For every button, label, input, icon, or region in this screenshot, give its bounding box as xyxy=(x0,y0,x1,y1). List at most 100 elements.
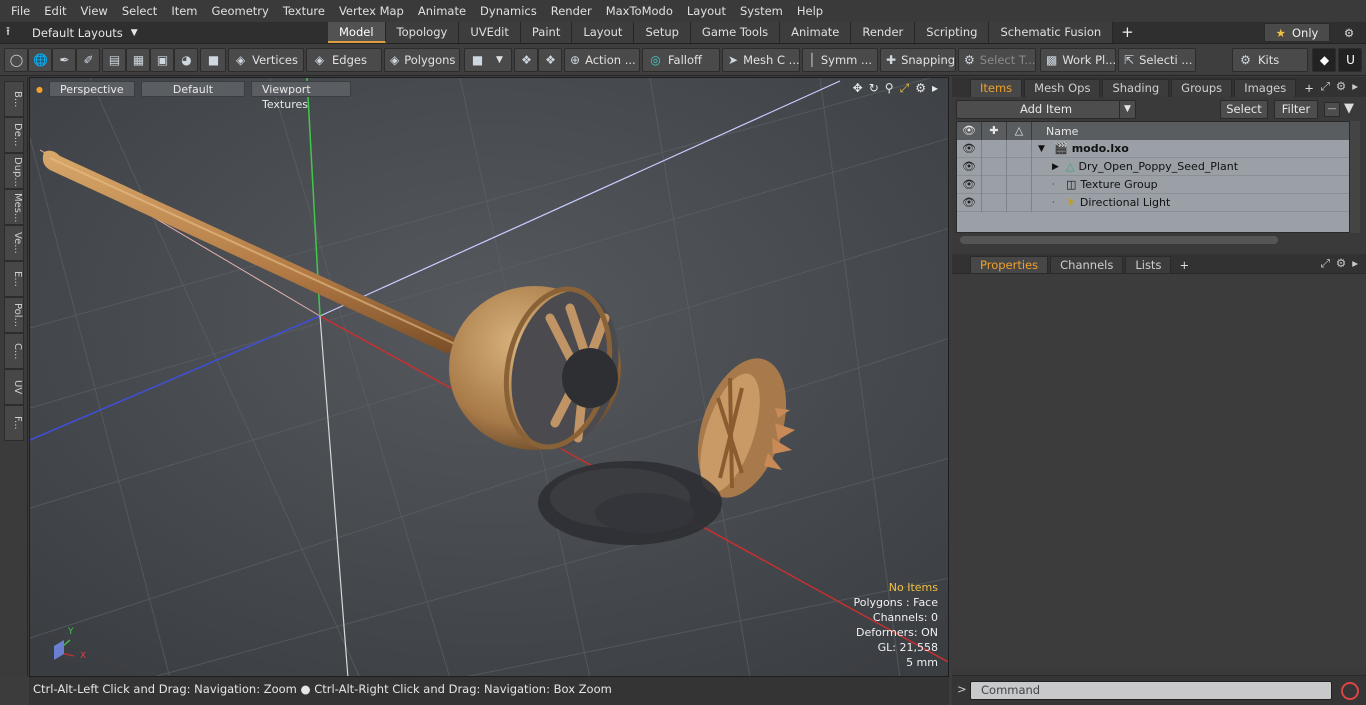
tab-render[interactable]: Render xyxy=(851,22,916,43)
view-mode-button[interactable]: Perspective xyxy=(48,81,135,97)
polygons-button[interactable]: ◈ Polygons xyxy=(384,48,460,72)
edges-button[interactable]: ◈ Edges xyxy=(306,48,382,72)
move-view-icon[interactable]: ✥ xyxy=(853,81,863,96)
menu-view[interactable]: View xyxy=(74,0,115,22)
menu-file[interactable]: File xyxy=(4,0,37,22)
tab-scripting[interactable]: Scripting xyxy=(915,22,990,43)
item-list-vertical-scrollbar[interactable] xyxy=(1350,121,1360,233)
layout-selector[interactable]: ⭱ Default Layouts ▼ xyxy=(6,22,138,44)
left-tab-vertex[interactable]: Ve... xyxy=(4,225,24,261)
3d-viewport[interactable]: ● Perspective Default Viewport Textures … xyxy=(29,77,949,677)
brush-icon[interactable]: ✐ xyxy=(76,48,100,72)
frame-icon[interactable]: ▣ xyxy=(150,48,174,72)
command-input[interactable]: Command xyxy=(970,681,1332,700)
loop-icon[interactable]: ◕ xyxy=(174,48,198,72)
vertices-button[interactable]: ◈ Vertices xyxy=(228,48,304,72)
kits-button[interactable]: ⚙ Kits xyxy=(1232,48,1308,72)
tab-items[interactable]: Items xyxy=(970,79,1023,97)
mesh-constraint-button[interactable]: ➤ Mesh C ... xyxy=(722,48,800,72)
fit-view-icon[interactable]: ⤢ xyxy=(900,81,910,96)
menu-edit[interactable]: Edit xyxy=(37,0,73,22)
menu-item[interactable]: Item xyxy=(164,0,204,22)
left-tab-polygon[interactable]: Pol... xyxy=(4,297,24,333)
tab-schematic-fusion[interactable]: Schematic Fusion xyxy=(989,22,1114,43)
selection-sets-button[interactable]: ⇱ Selecti ... xyxy=(1118,48,1196,72)
add-tab-icon[interactable]: + xyxy=(1113,22,1142,44)
item-mode-cube-icon[interactable]: ■ xyxy=(200,48,226,72)
collapse-arrow-icon[interactable]: ▼ xyxy=(1038,144,1048,154)
eye-icon[interactable]: 👁 xyxy=(957,193,982,212)
falloff-button[interactable]: ◎ Falloff xyxy=(642,48,720,72)
visibility-column-eye-icon[interactable]: 👁 xyxy=(957,122,982,140)
tab-model[interactable]: Model xyxy=(328,22,386,43)
filter-button[interactable]: Filter xyxy=(1274,100,1318,119)
tab-groups[interactable]: Groups xyxy=(1171,79,1233,97)
select-through-button[interactable]: ⚙ Select T... xyxy=(958,48,1036,72)
tab-channels[interactable]: Channels xyxy=(1050,256,1124,274)
eye-icon[interactable]: 👁 xyxy=(957,175,982,194)
expand-arrow-icon[interactable]: ⭱ xyxy=(6,24,10,43)
tab-mesh-ops[interactable]: Mesh Ops xyxy=(1024,79,1101,97)
menu-system[interactable]: System xyxy=(733,0,790,22)
zoom-view-icon[interactable]: ⚲ xyxy=(885,81,894,96)
scrollbar-thumb[interactable] xyxy=(960,236,1278,244)
left-tab-deform[interactable]: De... xyxy=(4,117,24,153)
viewport-menu-dot-icon[interactable]: ● xyxy=(36,85,43,94)
collapse-icon[interactable]: — xyxy=(1324,102,1340,117)
snap-shield-icon[interactable]: ❖ xyxy=(538,48,562,72)
panel-arrow-icon[interactable]: ▸ xyxy=(1352,256,1358,271)
select-button[interactable]: Select xyxy=(1220,100,1268,119)
menu-maxtomodo[interactable]: MaxToModo xyxy=(599,0,680,22)
menu-animate[interactable]: Animate xyxy=(411,0,473,22)
menu-select[interactable]: Select xyxy=(115,0,164,22)
pen-icon[interactable]: ✒ xyxy=(52,48,76,72)
symmetry-button[interactable]: │ Symm ... xyxy=(802,48,878,72)
globe-icon[interactable]: 🌐 xyxy=(28,48,52,72)
circle-select-icon[interactable]: ◯ xyxy=(4,48,28,72)
left-tab-fusion[interactable]: F... xyxy=(4,405,24,441)
symmetry-shield-icon[interactable]: ❖ xyxy=(514,48,538,72)
rotate-view-icon[interactable]: ↻ xyxy=(869,81,879,96)
shading-mode-button[interactable]: Default xyxy=(140,81,245,97)
name-column-header[interactable]: Name xyxy=(1032,125,1078,138)
tab-animate[interactable]: Animate xyxy=(780,22,852,43)
left-tab-edge[interactable]: E... xyxy=(4,261,24,297)
gear-icon[interactable]: ⚙ xyxy=(1338,23,1360,42)
menu-vertex-map[interactable]: Vertex Map xyxy=(332,0,411,22)
record-macro-icon[interactable] xyxy=(1341,682,1359,700)
item-list-horizontal-scrollbar[interactable] xyxy=(956,234,1350,246)
expand-right-icon[interactable]: ▸ xyxy=(932,81,938,96)
left-tab-curve[interactable]: C... xyxy=(4,333,24,369)
menu-geometry[interactable]: Geometry xyxy=(205,0,276,22)
tab-images[interactable]: Images xyxy=(1234,79,1297,97)
add-panel-tab-icon[interactable]: + xyxy=(1298,79,1320,97)
tree-row-directional-light[interactable]: 👁 · ☀ Directional Light xyxy=(957,193,1349,212)
viewport-settings-gear-icon[interactable]: ⚙ xyxy=(915,81,926,96)
panel-gear-icon[interactable]: ⚙ xyxy=(1336,79,1346,94)
unity-icon[interactable]: ◆ xyxy=(1312,48,1336,72)
funnel-filter-icon[interactable]: ▼ xyxy=(1344,101,1354,116)
left-tab-duplicate[interactable]: Dup... xyxy=(4,153,24,189)
tab-game-tools[interactable]: Game Tools xyxy=(690,22,781,43)
left-tab-basic[interactable]: B... xyxy=(4,81,24,117)
tab-shading[interactable]: Shading xyxy=(1102,79,1170,97)
tab-paint[interactable]: Paint xyxy=(520,22,573,43)
type-column-icon[interactable]: △ xyxy=(1007,122,1032,140)
eye-icon[interactable]: 👁 xyxy=(957,139,982,158)
tab-layout[interactable]: Layout xyxy=(572,22,635,43)
chevron-down-icon[interactable]: ▼ xyxy=(1119,101,1135,118)
tree-row-scene[interactable]: 👁 ▼ 🎬 modo.lxo xyxy=(957,139,1349,158)
menu-help[interactable]: Help xyxy=(790,0,830,22)
panel-gear-icon[interactable]: ⚙ xyxy=(1336,256,1346,271)
panel-arrow-icon[interactable]: ▸ xyxy=(1352,79,1358,94)
menu-render[interactable]: Render xyxy=(544,0,599,22)
only-toggle[interactable]: ★ Only xyxy=(1264,23,1330,42)
eye-icon[interactable]: 👁 xyxy=(957,157,982,176)
lock-column-icon[interactable]: ✚ xyxy=(982,122,1007,140)
tab-properties[interactable]: Properties xyxy=(970,256,1049,274)
layers-icon[interactable]: ▤ xyxy=(102,48,126,72)
snapping-button[interactable]: ✚ Snapping xyxy=(880,48,956,72)
maximize-panel-icon[interactable]: ⤢ xyxy=(1321,79,1330,94)
add-panel-tab-icon[interactable]: + xyxy=(1173,256,1195,274)
add-item-button[interactable]: Add Item ▼ xyxy=(956,100,1136,119)
